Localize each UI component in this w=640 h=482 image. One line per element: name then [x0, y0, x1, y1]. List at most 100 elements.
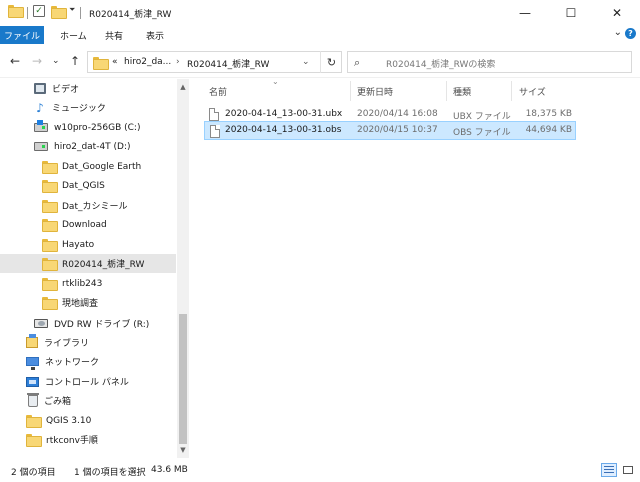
- forward-button[interactable]: →: [32, 54, 42, 68]
- file-icon: [209, 108, 219, 121]
- address-bar[interactable]: « hiro2_da... › R020414_栃津_RW ⌄: [87, 51, 342, 73]
- large-icons-view-button[interactable]: [620, 463, 636, 477]
- expand-ribbon-icon[interactable]: ⌄: [614, 27, 622, 38]
- search-icon: ⌕: [354, 56, 361, 69]
- breadcrumb-separator[interactable]: ›: [176, 57, 180, 67]
- nav-label: ライブラリ: [44, 339, 90, 349]
- nav-label: DVD RW ドライブ (R:): [54, 320, 150, 330]
- selection-status: 1 個の項目を選択: [74, 468, 146, 478]
- nav-label: Hayato: [62, 239, 95, 250]
- nav-item-folder[interactable]: rtkconv手順: [0, 430, 176, 449]
- nav-item-current-folder[interactable]: R020414_栃津_RW: [0, 254, 176, 273]
- scroll-up-icon[interactable]: ▲: [177, 81, 189, 93]
- new-folder-icon[interactable]: [51, 6, 67, 19]
- folder-icon: [42, 200, 58, 213]
- divider: [27, 7, 28, 19]
- folder-icon: [42, 219, 58, 232]
- up-button[interactable]: ↑: [70, 54, 80, 68]
- column-header-size[interactable]: サイズ: [519, 85, 546, 98]
- maximize-button[interactable]: ☐: [548, 0, 594, 26]
- nav-item-folder[interactable]: Download: [0, 215, 176, 234]
- nav-label: コントロール パネル: [45, 378, 129, 388]
- customize-quick-access-icon[interactable]: ⏷: [69, 5, 75, 15]
- nav-label: rtklib243: [62, 278, 103, 289]
- nav-label: ごみ箱: [44, 397, 72, 407]
- breadcrumb-current[interactable]: R020414_栃津_RW: [187, 57, 269, 70]
- tab-view[interactable]: 表示: [146, 29, 164, 42]
- tab-home[interactable]: ホーム: [60, 29, 87, 42]
- details-view-icon: [604, 466, 614, 474]
- minimize-button[interactable]: —: [502, 0, 548, 26]
- search-input[interactable]: ⌕ R020414_栃津_RWの検索: [347, 51, 632, 73]
- nav-item-folder[interactable]: Hayato: [0, 235, 176, 254]
- nav-label: R020414_栃津_RW: [62, 260, 145, 270]
- drive-icon: [34, 120, 48, 132]
- recent-locations-button[interactable]: ⌄: [52, 56, 60, 66]
- nav-item-folder[interactable]: rtklib243: [0, 274, 176, 293]
- nav-item-folder[interactable]: Dat_QGIS: [0, 176, 176, 195]
- nav-item-folder[interactable]: Dat_カシミール: [0, 196, 176, 215]
- tab-file[interactable]: ファイル: [0, 26, 44, 44]
- music-icon: ♪: [36, 100, 44, 115]
- file-list: 名前 ⌄ 更新日時 種類 サイズ 2020-04-14_13-00-31.ubx…: [198, 77, 640, 458]
- folder-icon: [42, 161, 58, 174]
- file-modified: 2020/04/15 10:37: [357, 125, 438, 135]
- file-modified: 2020/04/14 16:08: [357, 109, 438, 119]
- column-divider[interactable]: [350, 81, 351, 101]
- recycle-bin-icon: [27, 392, 39, 407]
- nav-item-libraries[interactable]: ライブラリ: [0, 333, 176, 352]
- file-row-selected[interactable]: 2020-04-14_13-00-31.obs 2020/04/15 10:37…: [204, 121, 576, 140]
- network-icon: [26, 357, 39, 370]
- tab-share[interactable]: 共有: [105, 29, 123, 42]
- help-icon[interactable]: ?: [625, 28, 636, 39]
- nav-label: Dat_QGIS: [62, 180, 105, 191]
- scroll-thumb[interactable]: [179, 314, 187, 444]
- nav-label: QGIS 3.10: [46, 415, 92, 426]
- nav-item-recycle-bin[interactable]: ごみ箱: [0, 391, 176, 410]
- nav-label: Dat_Google Earth: [62, 161, 142, 172]
- folder-icon: [93, 57, 109, 70]
- column-divider[interactable]: [446, 81, 447, 101]
- file-size: 44,694 KB: [525, 125, 572, 135]
- large-icons-view-icon: [623, 466, 633, 474]
- folder-icon: [26, 415, 42, 428]
- column-header-type[interactable]: 種類: [453, 85, 471, 98]
- close-button[interactable]: ✕: [594, 0, 640, 26]
- file-name: 2020-04-14_13-00-31.ubx: [225, 109, 343, 119]
- breadcrumb-drive[interactable]: hiro2_da...: [124, 57, 171, 67]
- nav-label: ネットワーク: [45, 358, 100, 368]
- nav-label: ビデオ: [52, 85, 80, 95]
- refresh-button[interactable]: ↻: [320, 51, 342, 73]
- window-title: R020414_栃津_RW: [89, 10, 172, 20]
- folder-icon: [42, 258, 58, 271]
- dvd-icon: [34, 319, 48, 328]
- nav-scrollbar[interactable]: ▲ ▼: [177, 79, 189, 458]
- column-header-name[interactable]: 名前: [209, 85, 227, 98]
- nav-item-dvd-drive[interactable]: DVD RW ドライブ (R:): [0, 314, 176, 333]
- nav-item-drive-c[interactable]: w10pro-256GB (C:): [0, 118, 176, 137]
- nav-label: rtkconv手順: [46, 436, 98, 446]
- nav-item-videos[interactable]: ビデオ: [0, 79, 176, 98]
- nav-item-folder[interactable]: QGIS 3.10: [0, 411, 176, 430]
- overflow-crumb[interactable]: «: [112, 57, 118, 67]
- folder-icon: [42, 278, 58, 291]
- details-view-button[interactable]: [601, 463, 617, 477]
- address-row: ← → ⌄ ↑ « hiro2_da... › R020414_栃津_RW ⌄ …: [0, 44, 640, 78]
- nav-item-control-panel[interactable]: コントロール パネル: [0, 372, 176, 391]
- file-size: 18,375 KB: [525, 109, 572, 119]
- address-dropdown-icon[interactable]: ⌄: [302, 57, 310, 67]
- back-button[interactable]: ←: [10, 54, 20, 68]
- column-header-modified[interactable]: 更新日時: [357, 85, 393, 98]
- properties-icon[interactable]: ✓: [33, 5, 45, 17]
- nav-item-folder[interactable]: Dat_Google Earth: [0, 157, 176, 176]
- scroll-down-icon[interactable]: ▼: [177, 444, 189, 456]
- column-divider[interactable]: [511, 81, 512, 101]
- nav-item-music[interactable]: ♪ ミュージック: [0, 98, 176, 117]
- nav-item-drive-d[interactable]: hiro2_dat-4T (D:): [0, 137, 176, 156]
- navigation-pane: ビデオ ♪ ミュージック w10pro-256GB (C:) hiro2_dat…: [0, 79, 177, 458]
- folder-icon: [42, 239, 58, 252]
- divider: [80, 7, 81, 19]
- nav-item-folder[interactable]: 現地調査: [0, 293, 176, 312]
- library-icon: [26, 334, 38, 348]
- nav-item-network[interactable]: ネットワーク: [0, 352, 176, 371]
